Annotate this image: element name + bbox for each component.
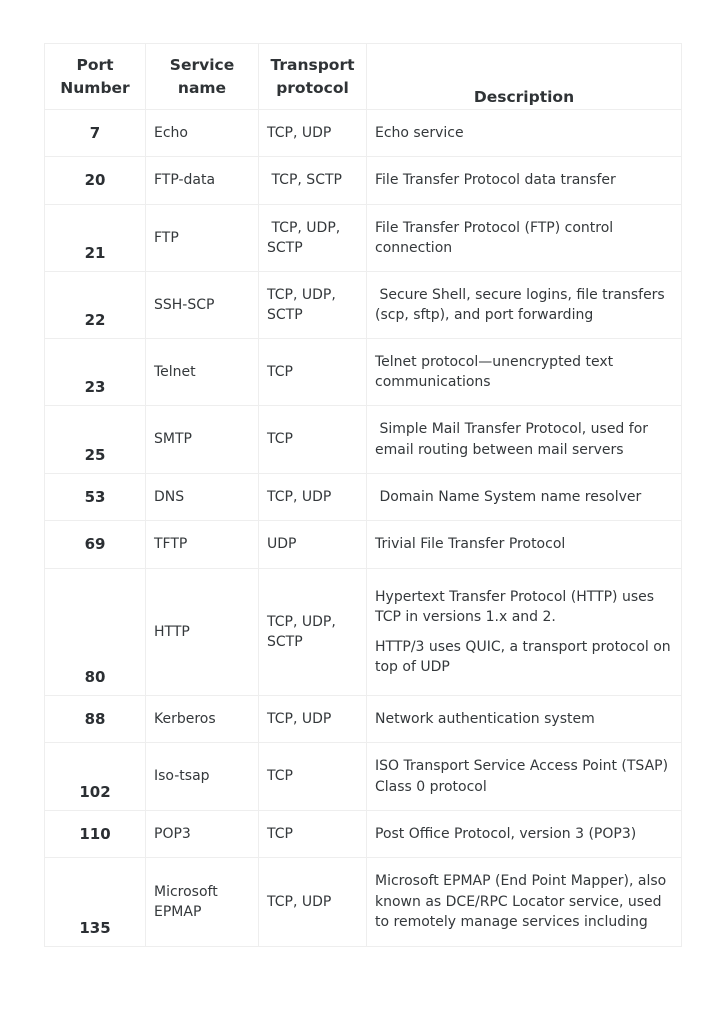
description-paragraph: HTTP/3 uses QUIC, a transport protocol o… [375,638,676,676]
service-name-cell: HTTP [145,568,259,696]
service-name-cell: Kerberos [145,695,259,743]
service-name-cell: Echo [145,109,259,157]
header-port-number: Port Number [44,43,146,110]
service-name-cell: Telnet [145,338,259,406]
transport-protocol-cell: TCP, UDP [258,473,367,521]
transport-protocol-cell: TCP [258,338,367,406]
transport-protocol-cell: TCP, UDP, SCTP [258,568,367,696]
description-cell: ISO Transport Service Access Point (TSAP… [366,742,682,811]
description-cell: Telnet protocol—unencrypted text communi… [366,338,682,406]
table-row: 7 Echo TCP, UDP Echo service [44,109,682,157]
header-row: Port Number Service name Transport proto… [44,43,682,110]
table-row: 53 DNS TCP, UDP Domain Name System name re… [44,473,682,521]
description-cell: Network authentication system [366,695,682,743]
description-paragraph: Hypertext Transfer Protocol (HTTP) uses … [375,588,659,626]
transport-protocol-cell: TCP [258,405,367,474]
description-cell: File Transfer Protocol data transfer [366,156,682,205]
port-number-cell: 135 [44,857,146,947]
port-table: Port Number Service name Transport proto… [44,43,682,947]
transport-protocol-cell: TCP, UDP [258,109,367,157]
transport-protocol-cell: TCP, UDP, SCTP [258,271,367,339]
port-number-cell: 69 [44,520,146,569]
description-paragraph: Domain Name System name resolver [375,488,642,505]
description-cell: Secure Shell, secure logins, file transf… [366,271,682,339]
description-cell: Microsoft EPMAP (End Point Mapper), also… [366,857,682,947]
port-number-cell: 23 [44,338,146,406]
description-paragraph: Echo service [375,124,464,141]
service-name-cell: Iso-tsap [145,742,259,811]
port-number-cell: 25 [44,405,146,474]
description-paragraph: Trivial File Transfer Protocol [375,536,566,553]
header-description: Description [366,43,682,110]
port-number-cell: 22 [44,271,146,339]
table-row: 88 Kerberos TCP, UDP Network authentication… [44,695,682,743]
header-transport-protocol: Transport protocol [258,43,367,110]
service-name-cell: DNS [145,473,259,521]
service-name-cell: SMTP [145,405,259,474]
description-paragraph: Post Office Protocol, version 3 (POP3) [375,825,637,842]
transport-protocol-cell: TCP [258,810,367,858]
description-cell: Post Office Protocol, version 3 (POP3) [366,810,682,858]
service-name-cell: POP3 [145,810,259,858]
description-cell: Hypertext Transfer Protocol (HTTP) uses … [366,568,682,696]
description-cell: Echo service [366,109,682,157]
transport-protocol-cell: TCP, UDP, SCTP [258,204,367,272]
port-number-cell: 80 [44,568,146,696]
transport-protocol-cell: TCP, UDP [258,695,367,743]
table-row: 20 FTP-data TCP, SCTP File Transfer Protoc… [44,156,682,205]
description-paragraph: Network authentication system [375,710,595,727]
description-cell: Trivial File Transfer Protocol [366,520,682,569]
table-row: 80 HTTP TCP, UDP, SCTP Hypertext Transfer P… [44,568,682,696]
service-name-cell: TFTP [145,520,259,569]
table-body: 7 Echo TCP, UDP Echo service 20 FTP-data TCP,… [44,109,682,947]
description-paragraph: Secure Shell, secure logins, file transf… [375,286,670,324]
description-paragraph: Simple Mail Transfer Protocol, used for … [375,421,653,458]
table-row: 25 SMTP TCP Simple Mail Transfer Protocol,… [44,405,682,474]
table-row: 110 POP3 TCP Post Office Protocol, version … [44,810,682,858]
transport-protocol-cell: TCP, UDP [258,857,367,947]
description-cell: Domain Name System name resolver [366,473,682,521]
table-row: 21 FTP TCP, UDP, SCTP File Transfer Protoc… [44,204,682,272]
transport-protocol-cell: TCP [258,742,367,811]
port-number-cell: 20 [44,156,146,205]
port-number-cell: 102 [44,742,146,811]
port-number-cell: 21 [44,204,146,272]
description-paragraph: File Transfer Protocol (FTP) control con… [375,219,618,257]
port-number-cell: 53 [44,473,146,521]
table-row: 69 TFTP UDP Trivial File Transfer Protocol [44,520,682,569]
table-row: 102 Iso-tsap TCP ISO Transport Service Acce… [44,742,682,811]
description-paragraph: File Transfer Protocol data transfer [375,172,616,189]
description-paragraph: Microsoft EPMAP (End Point Mapper), also… [375,873,671,931]
description-paragraph: ISO Transport Service Access Point (TSAP… [375,758,673,795]
service-name-cell: Microsoft EPMAP [145,857,259,947]
header-service-name: Service name [145,43,259,110]
description-paragraph: Telnet protocol—unencrypted text communi… [375,353,618,391]
table-row: 23 Telnet TCP Telnet protocol—unencrypted t… [44,338,682,406]
port-number-cell: 88 [44,695,146,743]
description-cell: File Transfer Protocol (FTP) control con… [366,204,682,272]
transport-protocol-cell: UDP [258,520,367,569]
description-cell: Simple Mail Transfer Protocol, used for … [366,405,682,474]
transport-protocol-cell: TCP, SCTP [258,156,367,205]
service-name-cell: FTP [145,204,259,272]
service-name-cell: FTP-data [145,156,259,205]
port-number-cell: 7 [44,109,146,157]
service-name-cell: SSH-SCP [145,271,259,339]
port-number-cell: 110 [44,810,146,858]
table-row: 135 Microsoft EPMAP TCP, UDP Microsoft EPMA… [44,857,682,947]
table-row: 22 SSH-SCP TCP, UDP, SCTP Secure Shell, se… [44,271,682,339]
